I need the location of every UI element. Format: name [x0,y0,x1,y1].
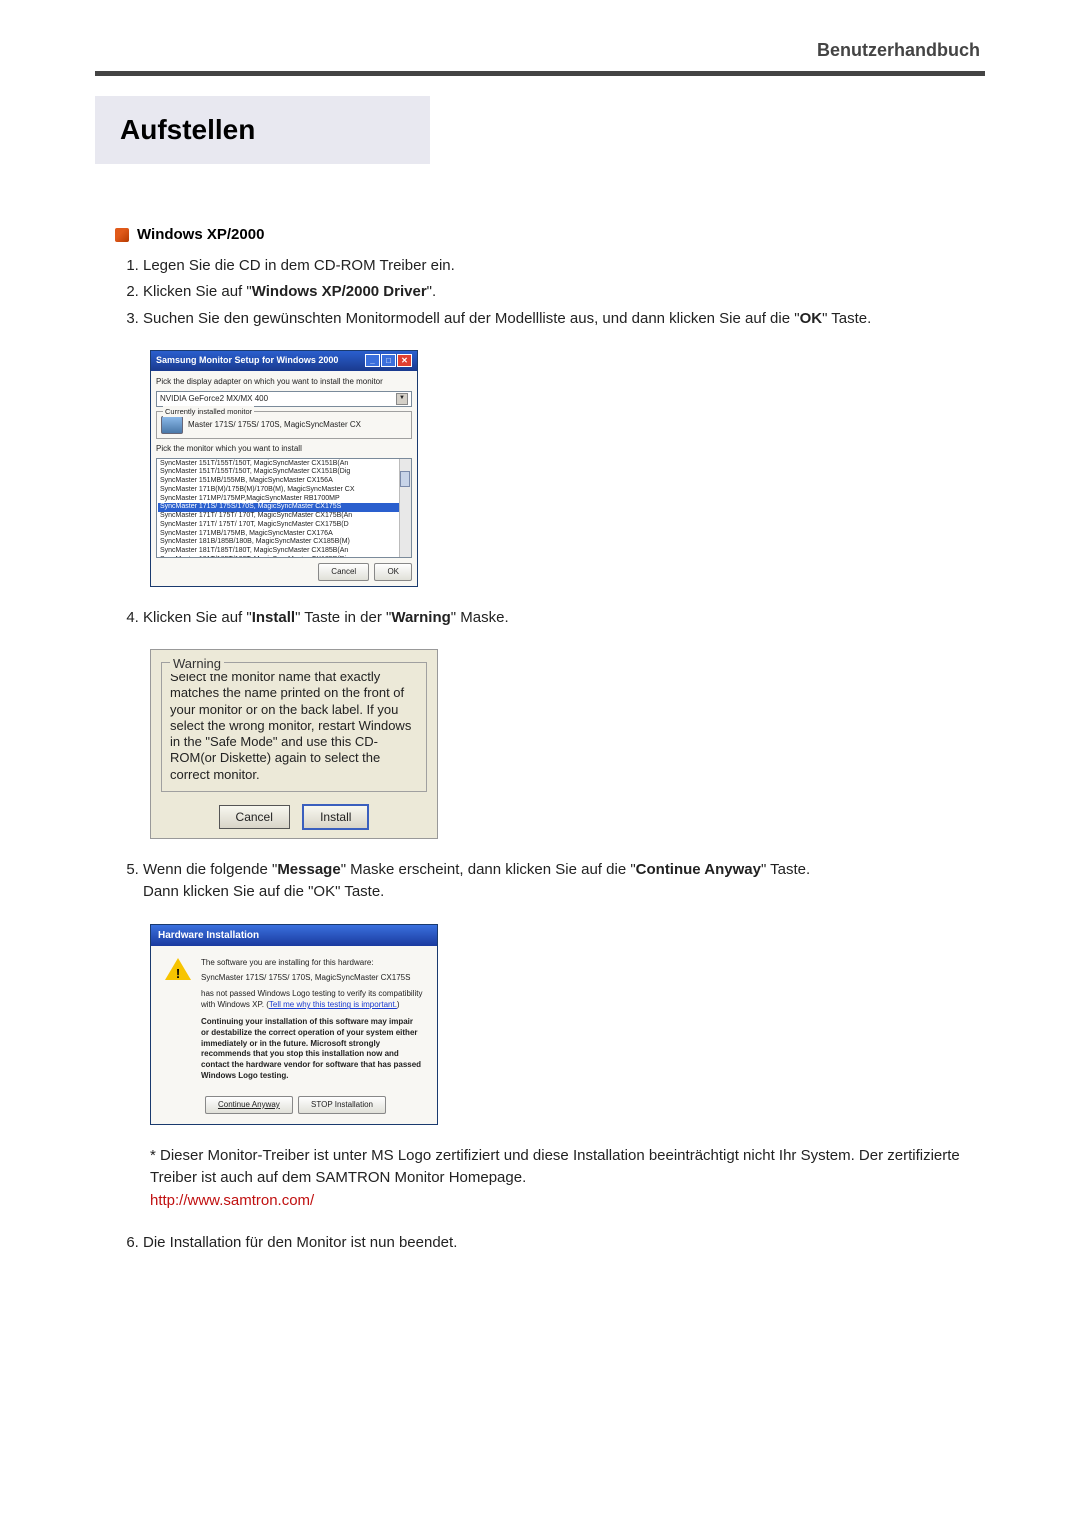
monitor-setup-dialog: Samsung Monitor Setup for Windows 2000 _… [150,350,418,587]
steps-list-2: Klicken Sie auf "Install" Taste in der "… [115,607,985,630]
hardware-installation-dialog: Hardware Installation ! The software you… [150,924,438,1125]
adapter-value: NVIDIA GeForce2 MX/MX 400 [160,393,268,405]
cancel-button[interactable]: Cancel [318,563,369,581]
warning-dialog: Warning Select the monitor name that exa… [150,649,438,839]
steps-list-1: Legen Sie die CD in dem CD-ROM Treiber e… [115,255,985,331]
pick-monitor-label: Pick the monitor which you want to insta… [156,443,412,455]
monitor-list-item[interactable]: SyncMaster 151T/155T/150T, MagicSyncMast… [158,468,410,477]
dialog1-body: Pick the display adapter on which you wa… [151,371,417,586]
dialog3-body: ! The software you are installing for th… [151,946,437,1092]
current-monitor-fieldset: Currently installed monitor Master 171S/… [156,411,412,439]
monitor-list-item[interactable]: SyncMaster 171T/ 175T/ 170T, MagicSyncMa… [158,521,410,530]
step-1: Legen Sie die CD in dem CD-ROM Treiber e… [143,255,985,278]
figure-dialog-2: Warning Select the monitor name that exa… [150,649,985,839]
dialog1-buttons: Cancel OK [156,558,412,581]
monitor-list-item[interactable]: SyncMaster 171S/ 175S/170S, MagicSyncMas… [158,503,410,512]
current-monitor-value: Master 171S/ 175S/ 170S, MagicSyncMaster… [188,419,361,431]
os-heading: Windows XP/2000 [115,224,985,247]
step-3-a: Suchen Sie den gewünschten Monitormodell… [143,310,800,327]
adapter-dropdown[interactable]: NVIDIA GeForce2 MX/MX 400 ▼ [156,391,412,407]
continue-anyway-button[interactable]: Continue Anyway [205,1096,293,1114]
minimize-icon[interactable]: _ [365,354,380,367]
page-header-right: Benutzerhandbuch [95,40,985,61]
dialog3-text: The software you are installing for this… [201,958,423,1082]
monitor-list-item[interactable]: SyncMaster 171B(M)/175B(M)/170B(M), Magi… [158,486,410,495]
step-5-b: Message [277,861,340,878]
window-buttons: _ □ ✕ [365,354,412,367]
monitor-list-item[interactable]: SyncMaster 171MP/175MP,MagicSyncMaster R… [158,495,410,504]
step-5-e: " Taste. [761,861,810,878]
monitor-list-item[interactable]: SyncMaster 151MB/155MB, MagicSyncMaster … [158,477,410,486]
current-monitor-legend: Currently installed monitor [163,406,254,417]
content-area: Windows XP/2000 Legen Sie die CD in dem … [95,224,985,1255]
note-link[interactable]: http://www.samtron.com/ [150,1192,314,1209]
maximize-icon[interactable]: □ [381,354,396,367]
steps-list-4: Die Installation für den Monitor ist nun… [115,1232,985,1255]
step-2-c: ". [427,283,437,300]
hw-line4: Continuing your installation of this sof… [201,1017,423,1082]
note-paragraph: * Dieser Monitor-Treiber ist unter MS Lo… [150,1145,985,1213]
step-4: Klicken Sie auf "Install" Taste in der "… [143,607,985,630]
step-5: Wenn die folgende "Message" Maske ersche… [143,859,985,904]
monitor-list-item[interactable]: SyncMaster 181B/185B/180B, MagicSyncMast… [158,538,410,547]
scrollbar[interactable] [399,459,411,557]
monitor-list-item[interactable]: SyncMaster 151T/155T/150T, MagicSyncMast… [158,460,410,469]
close-icon[interactable]: ✕ [397,354,412,367]
step-5-d: Continue Anyway [636,861,761,878]
warning-text: Select the monitor name that exactly mat… [170,669,418,783]
figure-dialog-3: Hardware Installation ! The software you… [150,924,985,1125]
step-4-e: " Maske. [451,609,509,626]
step-5-a: Wenn die folgende " [143,861,277,878]
monitor-icon [161,416,183,434]
pick-adapter-label: Pick the display adapter on which you wa… [156,376,412,388]
page-title: Aufstellen [120,114,405,146]
cube-icon [115,228,129,242]
header-rule [95,71,985,76]
warning-cancel-button[interactable]: Cancel [219,805,290,829]
warning-fieldset: Warning Select the monitor name that exa… [161,662,427,792]
step-3: Suchen Sie den gewünschten Monitormodell… [143,308,985,331]
monitor-list-item[interactable]: SyncMaster 171T/ 175T/ 170T, MagicSyncMa… [158,512,410,521]
step-4-a: Klicken Sie auf " [143,609,252,626]
step-3-c: " Taste. [822,310,871,327]
step-2: Klicken Sie auf "Windows XP/2000 Driver"… [143,281,985,304]
dialog3-title: Hardware Installation [158,930,259,941]
os-heading-text: Windows XP/2000 [137,224,264,247]
dialog1-title: Samsung Monitor Setup for Windows 2000 [156,354,338,368]
hw-line3: has not passed Windows Logo testing to v… [201,989,423,1011]
step-2-a: Klicken Sie auf " [143,283,252,300]
step-5-c: " Maske erscheint, dann klicken Sie auf … [341,861,636,878]
dropdown-arrow-icon: ▼ [396,393,408,405]
step-3-bold: OK [800,310,823,327]
stop-installation-button[interactable]: STOP Installation [298,1096,386,1114]
step-4-b: Install [252,609,295,626]
hw-line1: The software you are installing for this… [201,958,423,969]
scrollbar-thumb[interactable] [400,471,410,487]
dialog3-titlebar: Hardware Installation [151,925,437,946]
dialog3-buttons: Continue Anyway STOP Installation [151,1092,437,1124]
monitor-list-item[interactable]: SyncMaster 181T/185T/180T, MagicSyncMast… [158,556,410,558]
step-5-f: Dann klicken Sie auf die "OK" Taste. [143,883,384,900]
ok-button[interactable]: OK [374,563,412,581]
warning-install-button[interactable]: Install [302,804,369,830]
step-4-d: Warning [391,609,450,626]
note-text: * Dieser Monitor-Treiber ist unter MS Lo… [150,1147,960,1187]
hw-link[interactable]: Tell me why this testing is important. [269,1000,397,1009]
steps-list-3: Wenn die folgende "Message" Maske ersche… [115,859,985,904]
warning-triangle-icon: ! [165,958,191,982]
monitor-list-item[interactable]: SyncMaster 171MB/175MB, MagicSyncMaster … [158,530,410,539]
step-4-c: " Taste in der " [295,609,391,626]
step-6: Die Installation für den Monitor ist nun… [143,1232,985,1255]
figure-dialog-1: Samsung Monitor Setup for Windows 2000 _… [150,350,985,587]
hw-line3b: ) [397,1000,400,1009]
monitor-list-item[interactable]: SyncMaster 181T/185T/180T, MagicSyncMast… [158,547,410,556]
step-2-bold: Windows XP/2000 Driver [252,283,427,300]
warning-legend: Warning [170,654,224,674]
warning-buttons: Cancel Install [161,804,427,830]
monitor-list[interactable]: SyncMaster 151T/155T/150T, MagicSyncMast… [156,458,412,558]
dialog1-titlebar: Samsung Monitor Setup for Windows 2000 _… [151,351,417,371]
hw-line2: SyncMaster 171S/ 175S/ 170S, MagicSyncMa… [201,973,423,984]
page-title-box: Aufstellen [95,96,430,164]
